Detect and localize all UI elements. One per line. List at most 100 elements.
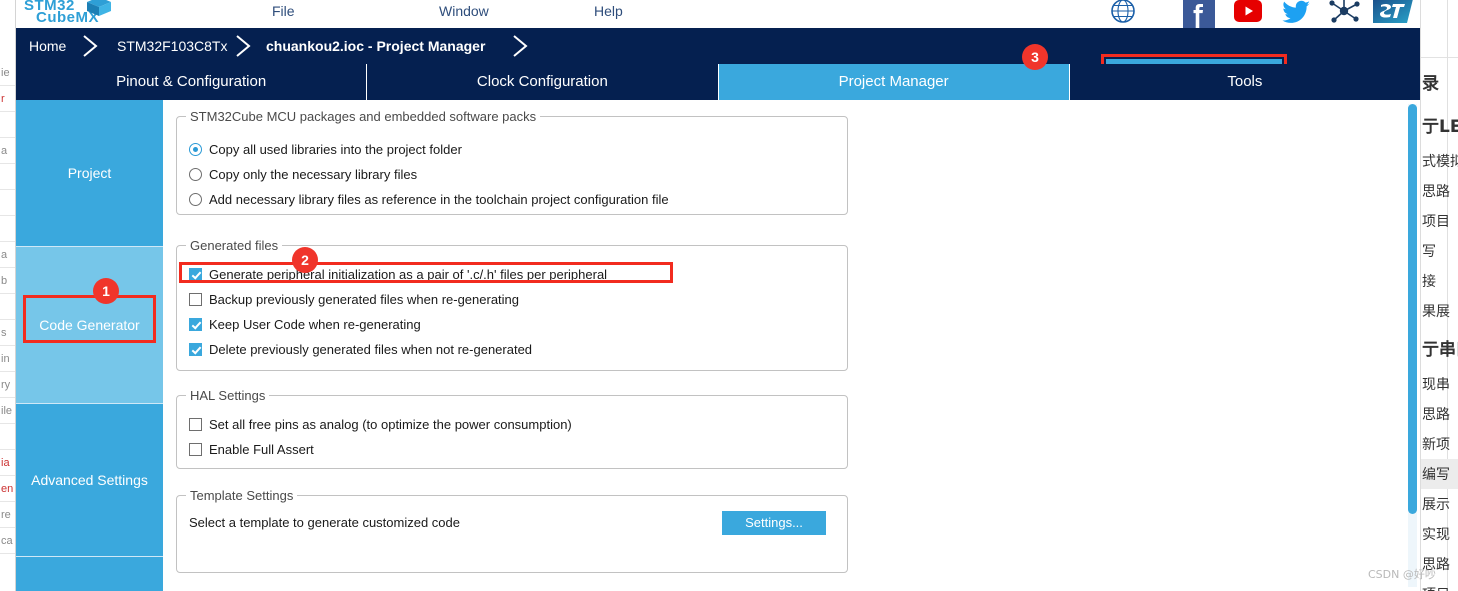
network-share-icon[interactable] xyxy=(1327,0,1361,31)
radio-copy-all-libraries[interactable]: Copy all used libraries into the project… xyxy=(189,142,462,157)
csdn-watermark: CSDN @好吵 xyxy=(1368,568,1436,581)
checkbox-icon-keep-user-code[interactable] xyxy=(189,318,202,331)
group-template-settings: Template Settings Select a template to g… xyxy=(176,488,848,573)
menu-item-window[interactable]: Window xyxy=(433,0,495,22)
menu-item-help[interactable]: Help xyxy=(588,0,629,22)
step-badge-2: 2 xyxy=(292,247,318,273)
background-left-line: ie xyxy=(0,60,15,86)
group-hal-settings-title: HAL Settings xyxy=(186,388,270,403)
checkbox-icon-generate-peripheral-init[interactable] xyxy=(189,268,202,281)
menu-item-file[interactable]: File xyxy=(266,0,301,22)
checkbox-label-backup: Backup previously generated files when r… xyxy=(209,292,520,307)
tab-clock-configuration[interactable]: Clock Configuration xyxy=(367,64,719,100)
radio-icon-add-reference[interactable] xyxy=(189,193,202,206)
checkbox-label-generate-peripheral-init: Generate peripheral initialization as a … xyxy=(209,267,608,282)
chevron-right-icon xyxy=(79,34,103,58)
checkbox-set-free-pins-analog[interactable]: Set all free pins as analog (to optimize… xyxy=(189,417,572,432)
background-left-line xyxy=(0,164,15,190)
background-left-text-lines: ie r a a b s in ry ile ia en re ca xyxy=(0,60,15,554)
background-toc-item[interactable]: 思路 xyxy=(1421,176,1458,206)
background-page-right-edge: 录亍LED式模拟思路项目写接果展亍串口现串思路新项编写展示实现思路项目 xyxy=(1420,0,1458,591)
breadcrumb-item-home[interactable]: Home xyxy=(29,28,66,64)
twitter-icon[interactable] xyxy=(1280,0,1312,31)
background-left-line: ry xyxy=(0,372,15,398)
radio-copy-necessary-library-files[interactable]: Copy only the necessary library files xyxy=(189,167,417,182)
background-left-line: s xyxy=(0,320,15,346)
radio-add-as-reference[interactable]: Add necessary library files as reference… xyxy=(189,192,669,207)
background-toc-item[interactable]: 果展 xyxy=(1421,296,1458,326)
background-left-line xyxy=(0,190,15,216)
background-left-line: ile xyxy=(0,398,15,424)
group-template-settings-title: Template Settings xyxy=(186,488,298,503)
tab-tools[interactable]: Tools xyxy=(1069,64,1420,100)
tab-project-manager[interactable]: Project Manager xyxy=(718,64,1070,100)
step-badge-1: 1 xyxy=(93,278,119,304)
checkbox-icon-full-assert[interactable] xyxy=(189,443,202,456)
background-left-line xyxy=(0,294,15,320)
sidebar-item-code-generator[interactable]: Code Generator xyxy=(16,247,163,404)
checkbox-label-free-pins-analog: Set all free pins as analog (to optimize… xyxy=(209,417,572,432)
checkbox-enable-full-assert[interactable]: Enable Full Assert xyxy=(189,442,314,457)
background-toc-item[interactable]: 亍LED xyxy=(1421,103,1458,146)
project-manager-sidebar: Project Code Generator Advanced Settings xyxy=(16,100,163,591)
checkbox-label-full-assert: Enable Full Assert xyxy=(209,442,314,457)
checkbox-delete-previously-generated[interactable]: Delete previously generated files when n… xyxy=(189,342,532,357)
menu-bar: STM32 CubeMX File Window Help xyxy=(16,0,1420,28)
background-left-line: re xyxy=(0,502,15,528)
sidebar-item-advanced-settings[interactable]: Advanced Settings xyxy=(16,404,163,557)
checkbox-label-keep-user-code: Keep User Code when re-generating xyxy=(209,317,421,332)
checkbox-generate-peripheral-init[interactable]: Generate peripheral initialization as a … xyxy=(189,267,607,282)
background-toc-item[interactable]: 实现 xyxy=(1421,519,1458,549)
breadcrumb-item-mcu[interactable]: STM32F103C8Tx xyxy=(117,28,227,64)
background-left-line xyxy=(0,112,15,138)
template-settings-button[interactable]: Settings... xyxy=(722,511,826,535)
st-community-icon[interactable] xyxy=(1109,0,1137,31)
background-page-header xyxy=(1421,0,1458,58)
checkbox-keep-user-code[interactable]: Keep User Code when re-generating xyxy=(189,317,421,332)
checkbox-icon-free-pins-analog[interactable] xyxy=(189,418,202,431)
background-left-line xyxy=(0,424,15,450)
stm32cubemx-logo: STM32 CubeMX xyxy=(16,0,126,26)
tab-pinout-configuration[interactable]: Pinout & Configuration xyxy=(16,64,368,100)
checkbox-icon-backup[interactable] xyxy=(189,293,202,306)
template-settings-description: Select a template to generate customized… xyxy=(189,515,460,530)
screenshot-root: ieraabsinryileiaenreca 录亍LED式模拟思路项目写接果展亍… xyxy=(0,0,1458,591)
background-toc-item[interactable]: 现串 xyxy=(1421,369,1458,399)
background-toc-item[interactable]: 项目 xyxy=(1421,206,1458,236)
background-toc-item[interactable]: 思路 xyxy=(1421,399,1458,429)
checkbox-icon-delete-previous[interactable] xyxy=(189,343,202,356)
group-mcu-packages-title: STM32Cube MCU packages and embedded soft… xyxy=(186,109,541,124)
background-toc-item[interactable]: 式模拟 xyxy=(1421,146,1458,176)
background-left-line xyxy=(0,216,15,242)
sidebar-item-extra[interactable] xyxy=(16,557,163,590)
cube-icon xyxy=(86,0,112,23)
breadcrumb-item-current: chuankou2.ioc - Project Manager xyxy=(266,38,486,54)
background-left-line: in xyxy=(0,346,15,372)
background-toc-item[interactable]: 录 xyxy=(1421,60,1458,103)
youtube-icon[interactable] xyxy=(1232,0,1264,31)
radio-icon-copy-necessary[interactable] xyxy=(189,168,202,181)
background-toc-item[interactable]: 展示 xyxy=(1421,489,1458,519)
background-page-left-edge: ie r a a b s in ry ile ia en re ca xyxy=(0,0,16,591)
background-toc-item[interactable]: 新项 xyxy=(1421,429,1458,459)
background-left-line: ia xyxy=(0,450,15,476)
sidebar-item-project[interactable]: Project xyxy=(16,100,163,247)
checkbox-backup-previously-generated[interactable]: Backup previously generated files when r… xyxy=(189,292,519,307)
breadcrumb: Home STM32F103C8Tx chuankou2.ioc - Proje… xyxy=(16,28,1420,91)
background-toc-item[interactable]: 接 xyxy=(1421,266,1458,296)
radio-label-copy-necessary: Copy only the necessary library files xyxy=(209,167,418,182)
sidebar-item-code-generator-label: Code Generator xyxy=(39,317,140,333)
background-left-line: a xyxy=(0,138,15,164)
group-generated-files-title: Generated files xyxy=(186,238,283,253)
content-scrollbar-thumb[interactable] xyxy=(1408,104,1417,514)
background-page-toc: 录亍LED式模拟思路项目写接果展亍串口现串思路新项编写展示实现思路项目 xyxy=(1421,60,1458,591)
background-left-line: a xyxy=(0,242,15,268)
background-left-line: b xyxy=(0,268,15,294)
background-toc-item[interactable]: 写 xyxy=(1421,236,1458,266)
background-toc-item[interactable]: 编写 xyxy=(1421,459,1458,489)
step-badge-3: 3 xyxy=(1022,44,1048,70)
background-toc-item[interactable]: 亍串口 xyxy=(1421,326,1458,369)
content-scrollbar-track[interactable] xyxy=(1408,104,1417,587)
st-logo-icon[interactable] xyxy=(1371,0,1417,31)
radio-icon-copy-all[interactable] xyxy=(189,143,202,156)
